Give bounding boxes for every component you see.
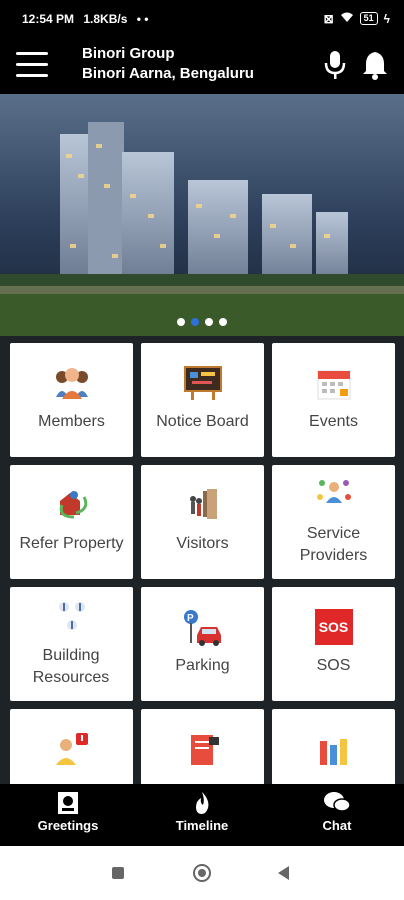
- tile-label: Service Providers: [299, 525, 368, 564]
- carousel-dot[interactable]: [191, 318, 199, 326]
- recents-button[interactable]: [112, 867, 124, 879]
- visitors-icon: [141, 487, 264, 527]
- tile-notice-board[interactable]: Notice Board: [141, 343, 264, 457]
- complaint-icon: [10, 731, 133, 771]
- tile-label: SOS: [316, 657, 351, 674]
- header-titles: Binori Group Binori Aarna, Bengaluru: [82, 44, 254, 84]
- parking-icon: P: [141, 609, 264, 649]
- carousel-dot[interactable]: [205, 318, 213, 326]
- chat-icon: [324, 792, 351, 812]
- sos-icon: SOS: [272, 609, 395, 649]
- status-bar: 12:54 PM 1.8KB/s • • ⊠ 51 ϟ: [0, 0, 404, 38]
- tile-partial[interactable]: [272, 709, 395, 785]
- tile-label: Refer Property: [19, 535, 124, 552]
- tile-label: Notice Board: [156, 413, 249, 430]
- members-icon: [10, 365, 133, 405]
- tile-label: Parking: [175, 657, 230, 674]
- flame-icon: [196, 792, 209, 814]
- nav-label: Chat: [322, 818, 352, 833]
- greetings-icon: [58, 792, 78, 814]
- calendar-icon: [272, 365, 395, 405]
- nav-label: Greetings: [37, 818, 99, 833]
- more-notifications-icon: • •: [136, 12, 149, 26]
- system-nav-bar: [0, 846, 404, 900]
- bill-icon: [141, 731, 264, 771]
- carousel-dot[interactable]: [177, 318, 185, 326]
- tile-building-resources[interactable]: Building Resources: [10, 587, 133, 701]
- nav-chat[interactable]: Chat: [287, 790, 387, 833]
- app-bar: Binori Group Binori Aarna, Bengaluru: [0, 38, 404, 94]
- sim-icon: ⊠: [323, 11, 334, 26]
- building-resources-icon: [10, 599, 133, 639]
- carousel-dot[interactable]: [219, 318, 227, 326]
- home-button[interactable]: [193, 864, 211, 882]
- tile-members[interactable]: Members: [10, 343, 133, 457]
- tile-partial[interactable]: [141, 709, 264, 785]
- bell-icon[interactable]: [362, 50, 388, 85]
- tile-visitors[interactable]: Visitors: [141, 465, 264, 579]
- org-name: Binori Group: [82, 45, 175, 62]
- tile-sos[interactable]: SOS SOS: [272, 587, 395, 701]
- battery-icon: 51: [359, 12, 378, 25]
- sos-badge: SOS: [314, 609, 353, 645]
- tile-label: Events: [309, 413, 358, 430]
- menu-icon[interactable]: [16, 52, 48, 78]
- refer-property-icon: [10, 487, 133, 527]
- location-name: Binori Aarna, Bengaluru: [82, 65, 254, 82]
- nav-label: Timeline: [175, 818, 229, 833]
- bottom-nav: Greetings Timeline Chat: [0, 784, 404, 846]
- back-button[interactable]: [278, 866, 289, 880]
- nav-greetings[interactable]: Greetings: [18, 790, 118, 833]
- tile-refer-property[interactable]: Refer Property: [10, 465, 133, 579]
- bottles-icon: [272, 731, 395, 771]
- banner-image[interactable]: [0, 94, 404, 336]
- tile-events[interactable]: Events: [272, 343, 395, 457]
- wifi-icon: [340, 11, 354, 26]
- service-providers-icon: [272, 477, 395, 517]
- network-speed: 1.8KB/s: [83, 12, 128, 26]
- tile-label: Members: [38, 413, 105, 430]
- status-time: 12:54 PM: [22, 12, 75, 26]
- carousel-indicators[interactable]: [0, 318, 404, 326]
- mic-icon[interactable]: [324, 50, 346, 85]
- svg-text:P: P: [187, 613, 194, 624]
- tile-parking[interactable]: P Parking: [141, 587, 264, 701]
- tile-partial[interactable]: [10, 709, 133, 785]
- tile-label: Visitors: [176, 535, 229, 552]
- charging-icon: ϟ: [383, 11, 390, 26]
- nav-timeline[interactable]: Timeline: [152, 790, 252, 833]
- tile-service-providers[interactable]: Service Providers: [272, 465, 395, 579]
- notice-board-icon: [141, 365, 264, 405]
- tile-label: Building Resources: [32, 647, 110, 686]
